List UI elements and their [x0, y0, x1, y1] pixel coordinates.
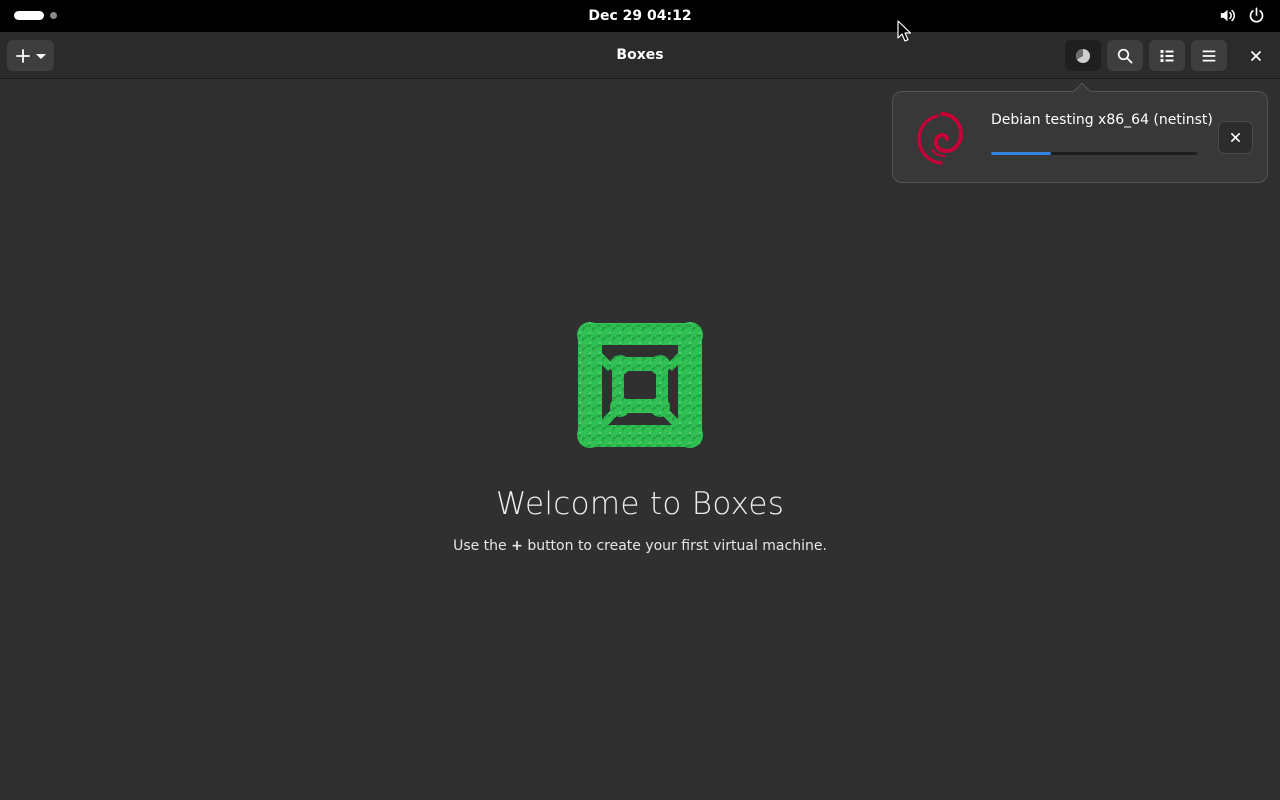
- empty-state: Welcome to Boxes Use the + button to cre…: [0, 79, 1280, 800]
- view-toggle-button[interactable]: [1149, 40, 1185, 71]
- desc-plus: +: [511, 538, 523, 554]
- activities-button[interactable]: [14, 11, 57, 20]
- downloads-button[interactable]: [1065, 40, 1101, 71]
- close-icon: [1231, 133, 1240, 142]
- chevron-down-icon: [35, 53, 46, 59]
- main-menu-button[interactable]: [1191, 40, 1227, 71]
- top-bar: Dec 29 04:12: [0, 0, 1280, 32]
- search-icon: [1117, 48, 1133, 63]
- downloads-popover: Debian testing x86_64 (netinst): [892, 91, 1268, 183]
- cancel-download-button[interactable]: [1218, 121, 1253, 154]
- clock-label: Dec 29 04:12: [588, 8, 692, 24]
- debian-swirl-icon: [917, 112, 964, 165]
- close-icon: [1251, 50, 1261, 61]
- downloads-icon: [1076, 48, 1090, 63]
- boxes-logo: [577, 322, 703, 448]
- system-menu-button[interactable]: [1218, 6, 1266, 25]
- clock-button[interactable]: Dec 29 04:12: [570, 0, 710, 32]
- active-workspace-indicator: [14, 11, 44, 20]
- search-button[interactable]: [1107, 40, 1143, 71]
- power-icon: [1249, 7, 1264, 23]
- desc-after: button to create your first virtual mach…: [527, 538, 827, 554]
- window-title: Boxes: [616, 47, 664, 63]
- new-vm-button[interactable]: [7, 40, 54, 71]
- list-view-icon: [1160, 49, 1174, 62]
- hamburger-menu-icon: [1202, 50, 1216, 61]
- welcome-description: Use the + button to create your first vi…: [340, 538, 940, 554]
- download-name: Debian testing x86_64 (netinst): [991, 112, 1213, 128]
- welcome-title: Welcome to Boxes: [495, 486, 785, 522]
- workspace-indicator: [50, 12, 57, 19]
- close-window-button[interactable]: [1239, 40, 1273, 71]
- download-progress-bar: [991, 152, 1197, 155]
- download-progress-fill: [991, 152, 1051, 155]
- plus-icon: [15, 48, 30, 63]
- desc-before: Use the: [453, 538, 507, 554]
- headerbar: Boxes: [0, 32, 1280, 79]
- mouse-pointer-icon: [897, 20, 911, 42]
- volume-icon: [1220, 9, 1236, 22]
